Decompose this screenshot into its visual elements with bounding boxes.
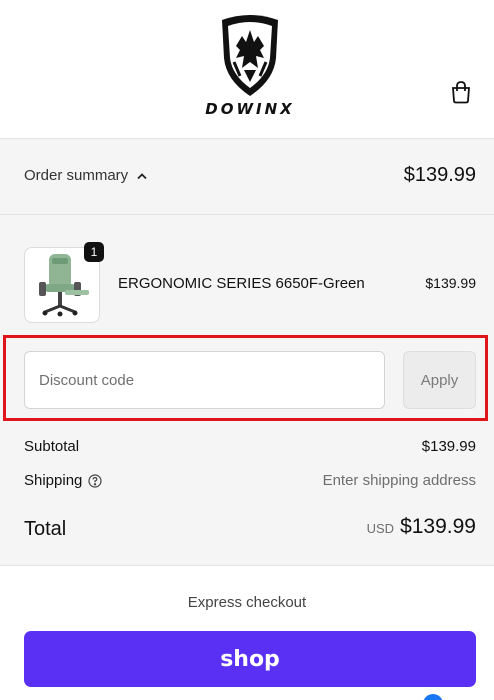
shield-logo-icon	[222, 15, 278, 96]
subtotal-label: Subtotal	[24, 438, 80, 455]
store-header: DOWINX	[0, 0, 494, 139]
order-summary-toggle[interactable]: Order summary	[24, 167, 148, 184]
chevron-up-icon	[137, 173, 147, 180]
brand-name: DOWINX	[205, 100, 295, 118]
express-checkout-label: Express checkout	[187, 594, 307, 611]
section-divider	[0, 565, 494, 566]
chat-help-icon[interactable]	[423, 694, 443, 700]
total-value-group: USD $139.99	[367, 515, 476, 539]
quantity-badge: 1	[84, 242, 104, 262]
summary-total-price: $139.99	[403, 164, 476, 186]
order-summary-panel: 1 ERGONOMIC SERIES 6650F-Green $139.99 A…	[0, 215, 494, 565]
total-amount: $139.99	[400, 515, 476, 538]
currency-code: USD	[366, 521, 395, 536]
dowinx-logo[interactable]: DOWINX	[190, 12, 310, 122]
order-summary-label: Order summary	[24, 167, 129, 184]
shipping-label: Shipping	[24, 472, 83, 489]
shipping-value: Enter shipping address	[322, 472, 476, 489]
discount-code-input[interactable]	[24, 351, 385, 409]
product-name: ERGONOMIC SERIES 6650F-Green	[118, 275, 365, 292]
shop-pay-button[interactable]: shop	[24, 631, 476, 687]
help-circle-icon[interactable]	[88, 473, 102, 488]
total-label: Total	[24, 518, 67, 540]
product-price: $139.99	[425, 275, 476, 291]
apply-discount-button[interactable]: Apply	[403, 351, 476, 409]
subtotal-value: $139.99	[421, 438, 476, 455]
order-summary-bar: Order summary $139.99	[0, 139, 494, 215]
shopping-bag-icon[interactable]	[450, 80, 472, 104]
shipping-row-label: Shipping	[24, 472, 102, 489]
